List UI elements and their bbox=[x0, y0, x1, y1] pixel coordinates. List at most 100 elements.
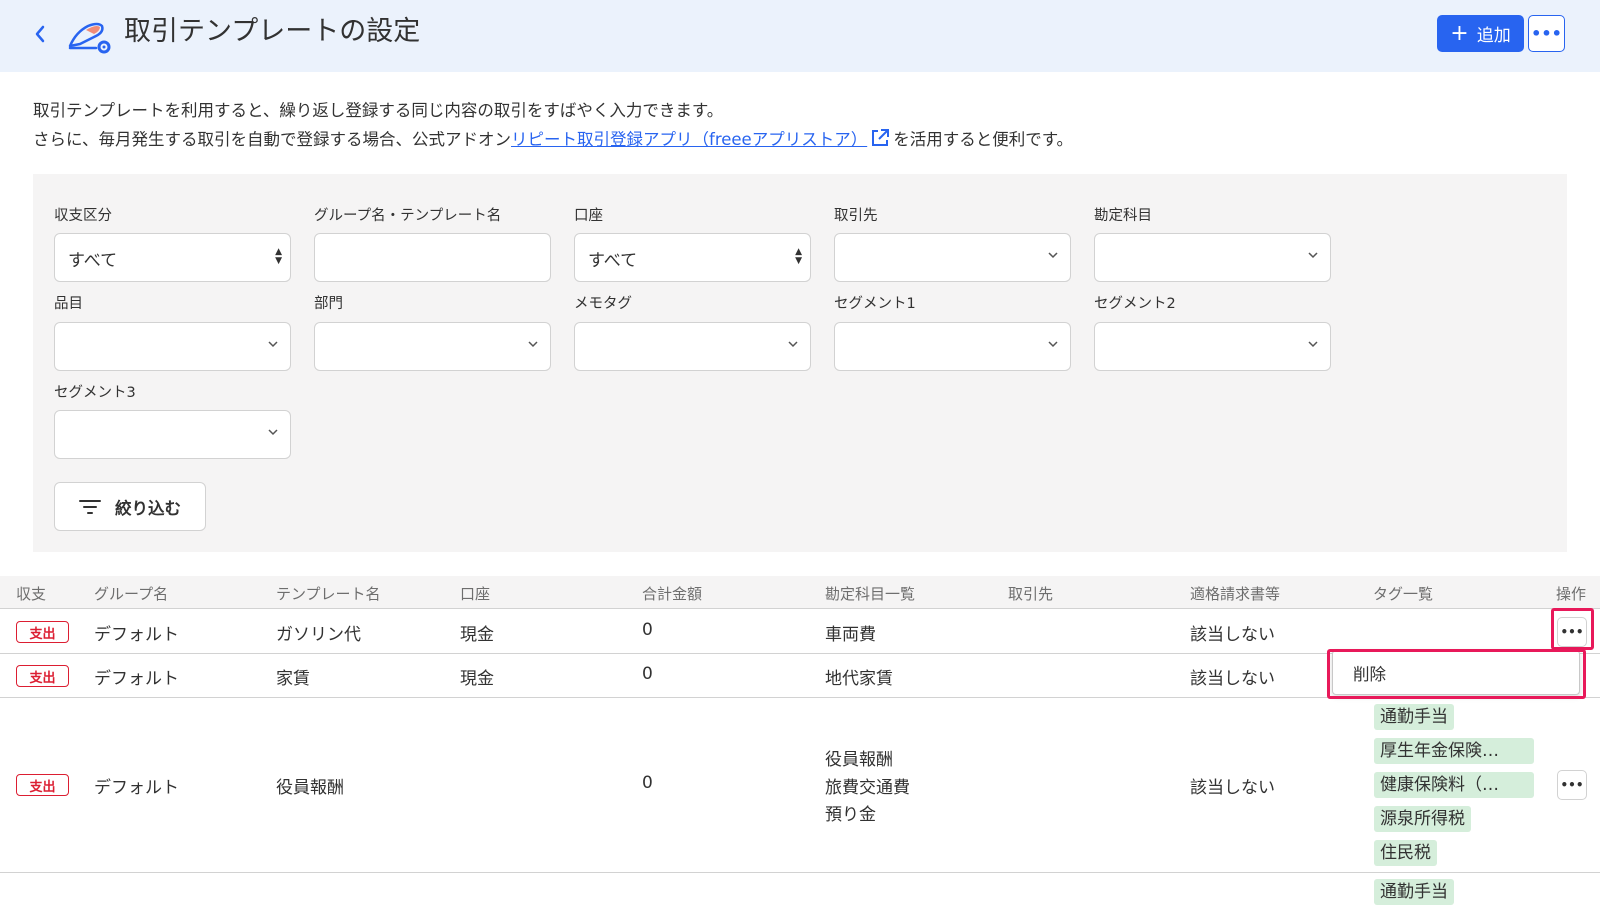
segment3-select[interactable] bbox=[54, 410, 291, 459]
description-suffix: を活用すると便利です。 bbox=[893, 130, 1074, 149]
template-name-cell: 役員報酬 bbox=[276, 778, 344, 798]
page-title: 取引テンプレートの設定 bbox=[124, 16, 421, 47]
header-account: 口座 bbox=[460, 585, 491, 603]
group-cell: デフォルト bbox=[94, 778, 179, 798]
header-type: 収支 bbox=[16, 585, 47, 603]
account-cell: 現金 bbox=[460, 669, 494, 689]
group-cell: デフォルト bbox=[94, 669, 179, 689]
header-partner: 取引先 bbox=[1008, 585, 1054, 603]
invoice-cell: 該当しない bbox=[1190, 669, 1275, 689]
header-actions: 操作 bbox=[1556, 585, 1587, 603]
account-cell: 現金 bbox=[460, 625, 494, 645]
add-button-label: 追加 bbox=[1476, 26, 1511, 46]
items-cell: 預り金 bbox=[825, 805, 876, 825]
expense-badge: 支出 bbox=[16, 665, 69, 687]
total-cell: 0 bbox=[642, 664, 653, 684]
account-label: 口座 bbox=[574, 208, 603, 224]
items-cell: 車両費 bbox=[825, 625, 876, 645]
chevron-left-icon bbox=[35, 25, 45, 43]
filter-panel: 収支区分 すべて ▲ ▼ グループ名・テンプレート名 口座 すべて ▲ ▼ 取引先 … bbox=[33, 174, 1567, 552]
product-select[interactable] bbox=[54, 322, 291, 371]
template-settings-icon bbox=[68, 22, 111, 54]
add-button[interactable]: + 追加 bbox=[1437, 15, 1524, 52]
chevron-down-icon bbox=[268, 429, 278, 436]
memo-label: メモタグ bbox=[574, 296, 632, 312]
tag-chip: 通勤手当 bbox=[1374, 704, 1454, 730]
type-select[interactable]: すべて ▲ ▼ bbox=[54, 233, 291, 282]
table-row[interactable]: 支出 デフォルト ガソリン代 現金 0 車両費 該当しない ••• bbox=[0, 610, 1600, 654]
item-select[interactable] bbox=[1094, 233, 1331, 282]
header-total: 合計金額 bbox=[642, 585, 703, 603]
chevron-down-icon bbox=[1048, 252, 1058, 259]
header-invoice: 適格請求書等 bbox=[1190, 585, 1281, 603]
section-select[interactable] bbox=[314, 322, 551, 371]
template-name-cell: ガソリン代 bbox=[276, 625, 361, 645]
memo-select[interactable] bbox=[574, 322, 811, 371]
invoice-cell: 該当しない bbox=[1190, 625, 1275, 645]
items-cell: 旅費交通費 bbox=[825, 778, 910, 798]
header-items: 勘定科目一覧 bbox=[825, 585, 916, 603]
segment2-label: セグメント2 bbox=[1094, 296, 1176, 312]
name-input[interactable] bbox=[314, 233, 551, 282]
back-button[interactable] bbox=[26, 20, 54, 48]
chevron-down-icon bbox=[268, 341, 278, 348]
description-line2: さらに、毎月発生する取引を自動で登録する場合、公式アドオンリピート取引登録アプリ… bbox=[33, 125, 1073, 154]
chevron-down-icon bbox=[1048, 341, 1058, 348]
chevron-down-icon bbox=[788, 341, 798, 348]
type-label: 収支区分 bbox=[54, 208, 112, 224]
partner-select[interactable] bbox=[834, 233, 1071, 282]
updown-icon: ▲ ▼ bbox=[795, 247, 802, 266]
items-cell: 地代家賃 bbox=[825, 669, 893, 689]
segment1-select[interactable] bbox=[834, 322, 1071, 371]
tag-chip: 厚生年金保険… bbox=[1374, 738, 1534, 764]
filter-apply-label: 絞り込む bbox=[115, 498, 181, 518]
account-select-value: すべて bbox=[588, 251, 638, 271]
header-more-button[interactable]: ••• bbox=[1528, 15, 1565, 52]
row-actions-button[interactable]: ••• bbox=[1557, 770, 1587, 800]
description-line1: 取引テンプレートを利用すると、繰り返し登録する同じ内容の取引をすばやく入力できま… bbox=[33, 101, 724, 120]
actions-highlight bbox=[1551, 608, 1594, 650]
ellipsis-icon: ••• bbox=[1560, 778, 1584, 792]
expense-badge: 支出 bbox=[16, 774, 69, 796]
external-link-icon[interactable] bbox=[870, 128, 890, 148]
segment1-label: セグメント1 bbox=[834, 296, 916, 312]
table-header: 収支 グループ名 テンプレート名 口座 合計金額 勘定科目一覧 取引先 適格請求… bbox=[0, 576, 1600, 609]
segment2-select[interactable] bbox=[1094, 322, 1331, 371]
chevron-down-icon bbox=[528, 341, 538, 348]
ellipsis-icon: ••• bbox=[1531, 24, 1562, 43]
table-row[interactable]: 支出 デフォルト 役員報酬 0 役員報酬 旅費交通費 預り金 該当しない 通勤手… bbox=[0, 698, 1600, 873]
repeat-app-link[interactable]: リピート取引登録アプリ（freeeアプリストア） bbox=[511, 130, 867, 149]
filter-apply-button[interactable]: 絞り込む bbox=[54, 482, 206, 531]
tag-chip: 住民税 bbox=[1374, 840, 1437, 866]
invoice-cell: 該当しない bbox=[1190, 778, 1275, 798]
plus-icon: + bbox=[1450, 20, 1469, 46]
account-select[interactable]: すべて ▲ ▼ bbox=[574, 233, 811, 282]
type-select-value: すべて bbox=[68, 251, 118, 271]
description-prefix: さらに、毎月発生する取引を自動で登録する場合、公式アドオン bbox=[33, 130, 512, 149]
header-template-name: テンプレート名 bbox=[276, 585, 381, 603]
chevron-down-icon bbox=[1308, 341, 1318, 348]
description: 取引テンプレートを利用すると、繰り返し登録する同じ内容の取引をすばやく入力できま… bbox=[33, 96, 1073, 154]
tag-chip: 源泉所得税 bbox=[1374, 806, 1471, 832]
tag-chip: 通勤手当 bbox=[1374, 879, 1454, 905]
items-cell: 役員報酬 bbox=[825, 750, 893, 770]
total-cell: 0 bbox=[642, 773, 653, 793]
name-label: グループ名・テンプレート名 bbox=[314, 208, 502, 224]
total-cell: 0 bbox=[642, 620, 653, 640]
page-header: 取引テンプレートの設定 + 追加 ••• bbox=[0, 0, 1600, 72]
section-label: 部門 bbox=[314, 296, 343, 312]
header-group: グループ名 bbox=[94, 585, 169, 603]
product-label: 品目 bbox=[54, 296, 83, 312]
template-name-cell: 家賃 bbox=[276, 669, 310, 689]
item-label: 勘定科目 bbox=[1094, 208, 1152, 224]
header-tags: タグ一覧 bbox=[1373, 585, 1434, 603]
delete-highlight bbox=[1327, 649, 1586, 699]
updown-icon: ▲ ▼ bbox=[275, 247, 282, 266]
segment3-label: セグメント3 bbox=[54, 385, 136, 401]
filter-icon bbox=[79, 499, 101, 514]
partner-label: 取引先 bbox=[834, 208, 878, 224]
chevron-down-icon bbox=[1308, 252, 1318, 259]
table-row[interactable]: 通勤手当 bbox=[0, 873, 1600, 916]
tag-chip: 健康保険料（… bbox=[1374, 772, 1534, 798]
expense-badge: 支出 bbox=[16, 621, 69, 643]
